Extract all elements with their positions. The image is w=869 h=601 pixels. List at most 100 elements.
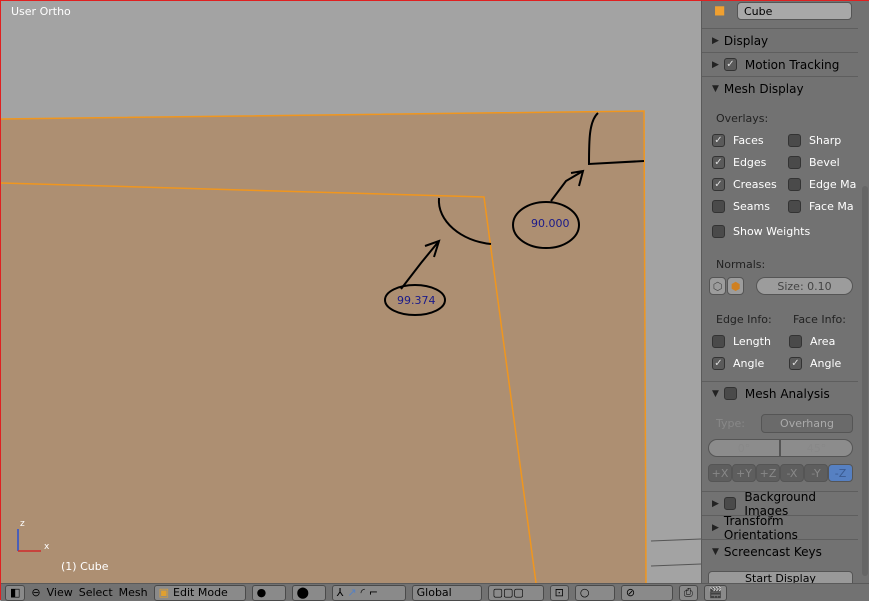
select-mode-buttons[interactable]: ▢▢▢ [487,584,544,601]
background-images-section[interactable]: ▶ Background Images [702,490,858,518]
checkbox[interactable] [788,134,801,147]
transform-orientations-section[interactable]: ▶ Transform Orientations [702,513,858,542]
checkbox[interactable] [788,200,801,213]
axis-plus-x-button[interactable]: +X [708,464,732,482]
scale-icon[interactable]: ⌐ [369,586,378,599]
vertex-normals-button[interactable]: ⬡ [709,277,726,295]
scrollbar[interactable] [862,186,868,576]
edge-length[interactable]: Length [712,335,782,348]
proportional-edit-dropdown[interactable]: ○ [574,584,615,601]
checkbox[interactable] [712,225,725,238]
menu-view[interactable]: View [47,586,73,599]
rotate-icon[interactable]: ◜ [361,586,365,599]
type-label: Type: [716,417,745,430]
collapse-icon: ▼ [712,83,719,94]
range-max-field[interactable]: 45° [780,439,853,457]
section-label: Screencast Keys [723,544,822,559]
mesh-display-section[interactable]: ▼ Mesh Display [702,76,858,100]
overlay-edge-marks[interactable]: Edge Ma [788,178,858,191]
opengl-render-button[interactable]: ⎙ [678,584,698,601]
editor-type-button[interactable]: ◧ [5,584,26,601]
expand-icon: ▶ [712,35,719,46]
manipulator-icon[interactable]: ⅄ [337,586,344,599]
pivot-dropdown[interactable]: ⬤ [291,584,326,601]
checkbox[interactable] [712,335,725,348]
edge-angle-label: 99.374 [397,294,436,307]
mesh-face [1,111,646,583]
collapse-icon: ▼ [712,388,719,399]
axis-buttons: +X +Y +Z -X -Y -Z [708,464,853,482]
object-name-field[interactable]: Cube [737,2,852,20]
checkbox-label: Face Ma [809,200,854,213]
mesh-analysis-checkbox[interactable] [723,387,737,400]
range-min-field[interactable]: 0° [708,439,780,457]
snap-dropdown[interactable]: ⊘ [620,584,673,601]
screencast-keys-section[interactable]: ▼ Screencast Keys [702,539,858,563]
mode-dropdown[interactable]: ▣ Edit Mode [153,584,246,601]
view-title: User Ortho [11,5,71,18]
overlay-bevel[interactable]: Bevel [788,156,858,169]
collapse-icon: ▼ [712,546,719,557]
background-images-checkbox[interactable] [723,497,737,510]
face-area[interactable]: Area [789,335,859,348]
section-label: Display [723,33,769,48]
shading-dropdown[interactable]: ● [251,584,286,601]
active-object-label: (1) Cube [61,560,109,573]
motion-tracking-checkbox[interactable]: ✓ [723,58,737,71]
motion-tracking-section[interactable]: ▶ ✓ Motion Tracking [702,52,858,76]
manipulator-buttons[interactable]: ⅄ ↗ ◜ ⌐ [331,584,406,601]
occlude-button[interactable]: ⊡ [549,584,569,601]
show-weights[interactable]: Show Weights [712,225,868,238]
normals-size-field[interactable]: Size: 0.10 [756,277,853,295]
checkbox[interactable]: ✓ [712,357,725,370]
checkbox[interactable] [789,335,802,348]
properties-panel: ■ Cube ▶ Display ▶ ✓ Motion Tracking ▼ Mesh … [701,1,869,587]
checkbox[interactable] [788,156,801,169]
mode-label: Edit Mode [173,586,228,599]
section-label: Mesh Analysis [744,386,830,401]
checkbox[interactable]: ✓ [712,156,725,169]
menu-mesh[interactable]: Mesh [119,586,148,599]
header-toolbar: ◧ ⊖ View Select Mesh ▣ Edit Mode ● ⬤ ⅄ ↗ ◜ ⌐… [1,583,869,601]
render-animation-button[interactable]: 🎬 [703,584,728,601]
cube-icon: ■ [714,3,726,17]
checkbox[interactable]: ✓ [712,134,725,147]
orientation-dropdown[interactable]: Global [411,584,482,601]
axis-minus-z-button[interactable]: -Z [828,464,853,482]
overlay-face-marks[interactable]: Face Ma [788,200,858,213]
edge-angle[interactable]: ✓ Angle [712,357,782,370]
checkbox-label: Edges [733,156,767,169]
translate-icon[interactable]: ↗ [347,586,356,599]
mesh-analysis-section[interactable]: ▼ Mesh Analysis [702,381,858,405]
collapse-menu-icon[interactable]: ⊖ [31,586,40,599]
checkbox-label: Length [733,335,771,348]
checkbox[interactable]: ✓ [789,357,802,370]
checkbox-label: Seams [733,200,770,213]
edge-angle-label: 90.000 [531,217,570,230]
checkbox-label: Angle [733,357,765,370]
axis-z-label: z [20,519,25,529]
axis-minus-y-button[interactable]: -Y [804,464,828,482]
face-normals-button[interactable]: ⬢ [727,277,744,295]
expand-icon: ▶ [712,59,719,70]
face-info-label: Face Info: [793,313,846,326]
checkbox[interactable] [712,200,725,213]
checkbox-label: Sharp [809,134,842,147]
checkbox-label: Angle [810,357,842,370]
checkbox-label: Creases [733,178,777,191]
face-angle[interactable]: ✓ Angle [789,357,859,370]
checkbox-label: Faces [733,134,764,147]
section-label: Transform Orientations [723,513,798,542]
checkbox[interactable]: ✓ [712,178,725,191]
axis-minus-x-button[interactable]: -X [780,464,804,482]
3d-viewport[interactable]: User Ortho z x 99.374 90.000 (1) Cube [1,1,701,583]
menu-select[interactable]: Select [79,586,113,599]
display-section[interactable]: ▶ Display [702,28,858,52]
viewport-canvas [1,110,701,583]
overlay-sharp[interactable]: Sharp [788,134,858,147]
checkbox[interactable] [788,178,801,191]
axis-plus-z-button[interactable]: +Z [756,464,780,482]
axis-plus-y-button[interactable]: +Y [732,464,756,482]
type-dropdown[interactable]: Overhang [761,414,853,433]
expand-icon: ▶ [712,498,719,509]
